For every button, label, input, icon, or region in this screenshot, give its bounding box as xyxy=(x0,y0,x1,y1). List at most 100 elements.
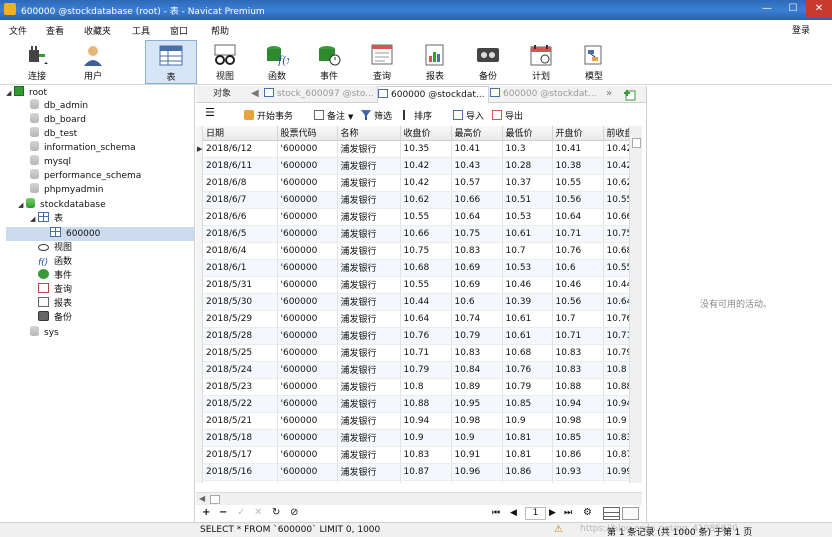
table-cell[interactable]: 10.94 xyxy=(603,395,629,413)
table-cell[interactable]: 2018/5/25 xyxy=(203,344,278,362)
tree-tables-folder[interactable]: ◢ 表 xyxy=(30,212,63,226)
table-cell[interactable]: 10.57 xyxy=(451,174,503,192)
table-cell[interactable]: 10.91 xyxy=(451,446,503,464)
table-cell[interactable]: 10.83 xyxy=(451,344,503,362)
table-cell[interactable]: 10.99 xyxy=(400,480,452,483)
table-cell[interactable]: 10.83 xyxy=(451,242,503,260)
column-header[interactable]: 名称 xyxy=(337,126,401,141)
table-cell[interactable]: '600000 xyxy=(277,157,338,175)
table-cell[interactable]: 10.66 xyxy=(400,225,452,243)
table-cell[interactable]: 10.83 xyxy=(400,446,452,464)
table-cell[interactable]: '600000 xyxy=(277,191,338,209)
table-cell[interactable]: 10.71 xyxy=(552,225,604,243)
table-cell[interactable]: 10.64 xyxy=(552,208,604,226)
table-cell[interactable]: 2018/5/21 xyxy=(203,412,278,430)
table-cell[interactable]: 10.37 xyxy=(502,174,553,192)
table-cell[interactable]: 2018/5/29 xyxy=(203,310,278,328)
table-row[interactable]: 2018/6/12'600000 浦发银行 10.35 10.41 10.3 10.41 1… xyxy=(203,140,629,158)
table-cell[interactable]: 10.55 xyxy=(603,191,629,209)
horizontal-scrollbar[interactable]: ◀ xyxy=(196,492,642,505)
table-cell[interactable]: 10.7 xyxy=(502,242,553,260)
close-button[interactable]: ✕ xyxy=(806,0,832,18)
table-cell[interactable]: 10.79 xyxy=(451,327,503,345)
column-header[interactable]: 前收盘 xyxy=(603,126,629,141)
vertical-scrollbar[interactable] xyxy=(629,126,642,483)
table-cell[interactable]: 10.35 xyxy=(400,140,452,158)
table-cell[interactable]: '600000 xyxy=(277,140,338,158)
table-cell[interactable]: '600000 xyxy=(277,327,338,345)
table-cell[interactable]: 10.98 xyxy=(552,412,604,430)
connection-button[interactable]: 连接 xyxy=(15,40,59,84)
settings-icon[interactable]: ⚙ xyxy=(583,508,592,518)
table-cell[interactable]: 10.46 xyxy=(502,276,553,294)
table-cell[interactable]: 10.42 xyxy=(400,174,452,192)
tree-db-board[interactable]: db_board xyxy=(30,113,86,127)
table-cell[interactable]: 2018/6/6 xyxy=(203,208,278,226)
table-row[interactable]: 2018/6/1'600000 浦发银行 10.68 10.69 10.53 10.6 10… xyxy=(203,259,629,277)
table-cell[interactable]: 11 xyxy=(603,480,629,483)
table-cell[interactable]: 浦发银行 xyxy=(337,429,401,447)
table-cell[interactable]: 浦发银行 xyxy=(337,174,401,192)
begin-transaction-button[interactable]: 开始事务 xyxy=(244,109,293,122)
table-cell[interactable]: 2018/5/24 xyxy=(203,361,278,379)
table-cell[interactable]: 10.84 xyxy=(451,361,503,379)
table-cell[interactable]: 浦发银行 xyxy=(337,378,401,396)
scroll-thumb[interactable] xyxy=(210,495,220,504)
table-cell[interactable]: '600000 xyxy=(277,259,338,277)
last-page-button[interactable]: ⏭ xyxy=(564,508,572,518)
tree-information-schema[interactable]: information_schema xyxy=(30,141,136,155)
collapse-arrow-icon[interactable]: ◢ xyxy=(30,212,38,226)
table-row[interactable]: 2018/6/4'600000 浦发银行 10.75 10.83 10.7 10.76 10… xyxy=(203,242,629,260)
table-row[interactable]: 2018/6/11'600000 浦发银行 10.42 10.43 10.28 10.38… xyxy=(203,157,629,175)
table-cell[interactable]: 浦发银行 xyxy=(337,463,401,481)
table-cell[interactable]: 浦发银行 xyxy=(337,412,401,430)
table-cell[interactable]: 浦发银行 xyxy=(337,480,401,483)
next-page-button[interactable]: ▶ xyxy=(549,508,556,518)
column-header[interactable]: 最低价 xyxy=(502,126,553,141)
table-cell[interactable]: 10.44 xyxy=(400,293,452,311)
table-cell[interactable]: 10.64 xyxy=(451,208,503,226)
collapse-arrow-icon[interactable]: ◢ xyxy=(18,198,26,212)
table-cell[interactable]: 2018/6/7 xyxy=(203,191,278,209)
menu-help[interactable]: 帮助 xyxy=(211,24,229,37)
table-cell[interactable]: 2018/6/11 xyxy=(203,157,278,175)
table-row[interactable]: 2018/5/15'600000浦发银行10.9911.0510.8811.03… xyxy=(203,480,629,483)
menu-favorites[interactable]: 收藏夹 xyxy=(84,24,111,37)
table-cell[interactable]: '600000 xyxy=(277,293,338,311)
table-cell[interactable]: 10.61 xyxy=(502,225,553,243)
table-cell[interactable]: '600000 xyxy=(277,446,338,464)
table-cell[interactable]: 10.39 xyxy=(502,293,553,311)
table-cell[interactable]: 10.38 xyxy=(552,157,604,175)
menu-file[interactable]: 文件 xyxy=(9,24,27,37)
table-cell[interactable]: 浦发银行 xyxy=(337,293,401,311)
table-cell[interactable]: 10.64 xyxy=(603,293,629,311)
table-cell[interactable]: 2018/5/30 xyxy=(203,293,278,311)
table-cell[interactable]: '600000 xyxy=(277,310,338,328)
table-cell[interactable]: 10.55 xyxy=(552,174,604,192)
tree-functions[interactable]: f() 函数 xyxy=(38,255,72,269)
table-cell[interactable]: 2018/5/28 xyxy=(203,327,278,345)
table-cell[interactable]: '600000 xyxy=(277,276,338,294)
tree-table-600000[interactable]: 600000 xyxy=(50,227,100,241)
table-cell[interactable]: 10.41 xyxy=(451,140,503,158)
table-row[interactable]: 2018/6/8'600000 浦发银行 10.42 10.57 10.37 10.55 1… xyxy=(203,174,629,192)
tree-performance-schema[interactable]: performance_schema xyxy=(30,169,141,183)
table-row[interactable]: 2018/5/21'600000 浦发银行 10.94 10.98 10.9 10.98 1… xyxy=(203,412,629,430)
table-row[interactable]: 2018/5/25'600000 浦发银行 10.71 10.83 10.68 10.83… xyxy=(203,344,629,362)
tree-sys[interactable]: sys xyxy=(30,326,59,340)
table-cell[interactable]: 10.55 xyxy=(400,208,452,226)
table-row[interactable]: 2018/5/16'600000 浦发银行 10.87 10.96 10.86 10.93… xyxy=(203,463,629,481)
refresh-button[interactable]: ↻ xyxy=(272,508,280,518)
apply-changes-button[interactable]: ✓ xyxy=(237,508,245,518)
table-cell[interactable]: 浦发银行 xyxy=(337,208,401,226)
table-cell[interactable]: 10.42 xyxy=(603,140,629,158)
table-cell[interactable]: 10.56 xyxy=(552,293,604,311)
previous-page-button[interactable]: ◀ xyxy=(510,508,517,518)
table-cell[interactable]: 10.88 xyxy=(400,395,452,413)
table-cell[interactable]: 浦发银行 xyxy=(337,395,401,413)
minimize-button[interactable]: — xyxy=(754,0,780,18)
report-button[interactable]: 报表 xyxy=(413,40,457,84)
event-button[interactable]: 事件 xyxy=(307,40,351,84)
table-cell[interactable]: 10.9 xyxy=(400,429,452,447)
table-cell[interactable]: 2018/5/22 xyxy=(203,395,278,413)
